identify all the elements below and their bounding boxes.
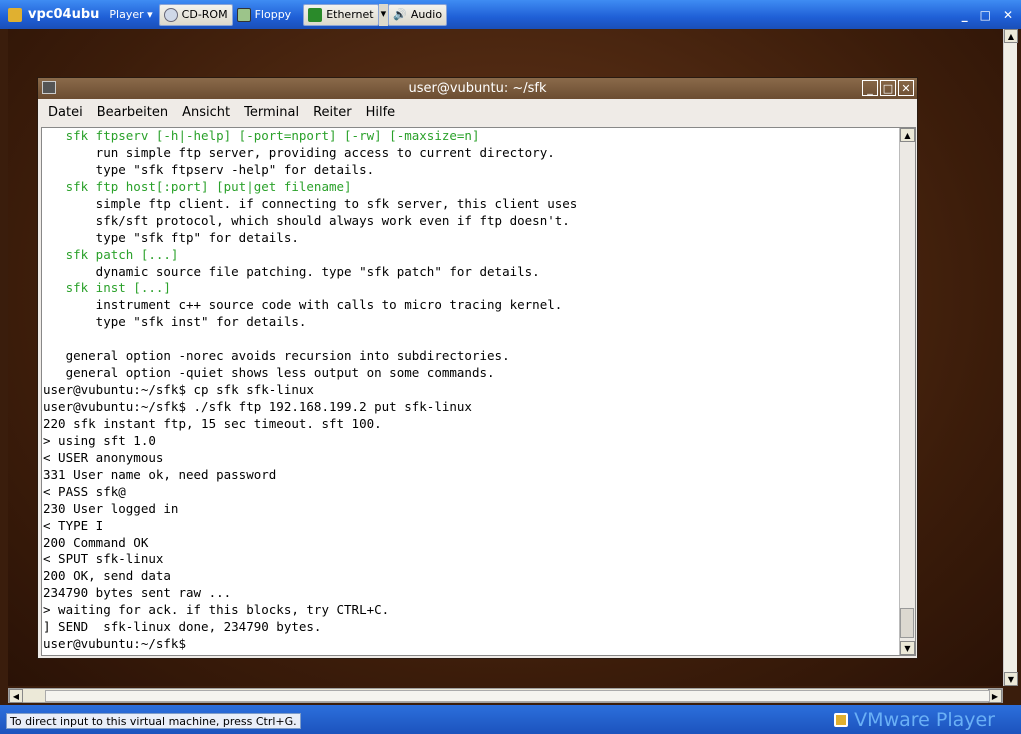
cdrom-icon [163, 7, 178, 22]
terminal-line: general option -quiet shows less output … [43, 365, 495, 381]
terminal-line: type "sfk ftp" for details. [43, 229, 299, 245]
device-ethernet[interactable]: Ethernet [303, 3, 379, 26]
terminal-line: ] SEND sfk-linux done, 234790 bytes. [43, 619, 322, 635]
terminal-line: < USER anonymous [43, 449, 164, 465]
terminal-line: < SPUT sfk-linux [43, 551, 164, 567]
horizontal-scrollbar[interactable]: ◀ ▶ [8, 688, 1003, 703]
cdrom-label: CD-ROM [181, 8, 228, 21]
terminal-window[interactable]: user@vubuntu: ~/sfk _ □ ✕ Datei Bearbeiten… [37, 77, 918, 659]
menu-reiter[interactable]: Reiter [313, 105, 352, 120]
audio-label: Audio [410, 8, 443, 21]
terminal-line: user@vubuntu:~/sfk$ [43, 636, 194, 652]
device-floppy[interactable]: Floppy [233, 4, 296, 26]
terminal-titlebar[interactable]: user@vubuntu: ~/sfk _ □ ✕ [38, 78, 917, 99]
terminal-close-button[interactable]: ✕ [898, 80, 914, 96]
vmware-icon [8, 7, 22, 22]
floppy-icon [236, 7, 251, 22]
terminal-line: 230 User logged in [43, 500, 179, 516]
terminal-line: 220 sfk instant ftp, 15 sec timeout. sft… [43, 415, 382, 431]
minimize-button[interactable]: _ [962, 8, 968, 22]
terminal-line: simple ftp client. if connecting to sfk … [43, 195, 578, 211]
terminal-line: 331 User name ok, need password [43, 466, 277, 482]
terminal-line: sfk/sft protocol, which should always wo… [43, 212, 570, 228]
terminal-scroll-thumb[interactable] [900, 608, 914, 638]
terminal-line: dynamic source file patching. type "sfk … [43, 263, 540, 279]
vertical-scrollbar[interactable]: ▲ ▼ [1003, 29, 1018, 686]
terminal-minimize-button[interactable]: _ [862, 80, 878, 96]
terminal-line: sfk inst [...] [43, 280, 171, 296]
terminal-scrollbar[interactable]: ▲ ▼ [899, 128, 915, 655]
ethernet-icon [308, 7, 323, 22]
floppy-label: Floppy [254, 8, 292, 21]
terminal-icon [42, 81, 56, 94]
ethernet-label: Ethernet [326, 8, 374, 21]
vm-name: vpc04ubu [28, 7, 100, 22]
menu-bearbeiten[interactable]: Bearbeiten [97, 105, 168, 120]
terminal-line: type "sfk ftpserv -help" for details. [43, 161, 375, 177]
player-menu[interactable]: Player ▾ [109, 8, 152, 21]
terminal-line: type "sfk inst" for details. [43, 314, 307, 330]
terminal-screen[interactable]: sfk ftpserv [-h|-help] [-port=nport] [-r… [41, 127, 916, 656]
terminal-title: user@vubuntu: ~/sfk [408, 81, 547, 96]
menu-terminal[interactable]: Terminal [244, 105, 299, 120]
terminal-line: 200 Command OK [43, 534, 149, 550]
terminal-line: user@vubuntu:~/sfk$ cp sfk sfk-linux [43, 382, 314, 398]
terminal-line: 234790 bytes sent raw ... [43, 585, 232, 601]
terminal-line: 200 OK, send data [43, 568, 171, 584]
terminal-line: instrument c++ source code with calls to… [43, 297, 563, 313]
terminal-output: sfk ftpserv [-h|-help] [-port=nport] [-r… [43, 128, 577, 653]
menu-hilfe[interactable]: Hilfe [366, 105, 396, 120]
terminal-line: < TYPE I [43, 517, 104, 533]
menu-ansicht[interactable]: Ansicht [182, 105, 230, 120]
status-text: To direct input to this virtual machine,… [6, 713, 301, 729]
terminal-line: sfk patch [...] [43, 246, 179, 262]
vmware-logo-icon [834, 713, 849, 727]
terminal-line: < PASS sfk@ [43, 483, 126, 499]
vmware-brand: VMware Player [834, 709, 995, 731]
terminal-menubar: Datei Bearbeiten Ansicht Terminal Reiter… [38, 99, 917, 125]
maximize-button[interactable]: □ [980, 8, 991, 22]
device-audio[interactable]: 🔊 Audio [388, 3, 448, 26]
player-toolbar: vpc04ubu Player ▾ CD-ROM Floppy Ethernet… [0, 0, 1021, 29]
ethernet-dropdown[interactable]: ▾ [378, 3, 389, 26]
brand-text: VMware Player [854, 709, 995, 731]
terminal-line: user@vubuntu:~/sfk$ ./sfk ftp 192.168.19… [43, 399, 472, 414]
terminal-line: sfk ftp host[:port] [put|get filename] [43, 178, 352, 194]
terminal-line: > waiting for ack. if this blocks, try C… [43, 602, 390, 618]
close-button[interactable]: ✕ [1003, 8, 1013, 22]
terminal-maximize-button[interactable]: □ [880, 80, 896, 96]
player-menu-label: Player [109, 8, 144, 21]
audio-icon: 🔊 [393, 8, 407, 21]
terminal-line: > using sft 1.0 [43, 432, 156, 448]
device-cdrom[interactable]: CD-ROM [158, 3, 233, 26]
terminal-line: general option -norec avoids recursion i… [43, 348, 510, 364]
status-bar: To direct input to this virtual machine,… [0, 705, 1021, 734]
terminal-line: sfk ftpserv [-h|-help] [-port=nport] [-r… [43, 128, 480, 143]
terminal-line: run simple ftp server, providing access … [43, 144, 555, 160]
menu-datei[interactable]: Datei [48, 105, 83, 120]
